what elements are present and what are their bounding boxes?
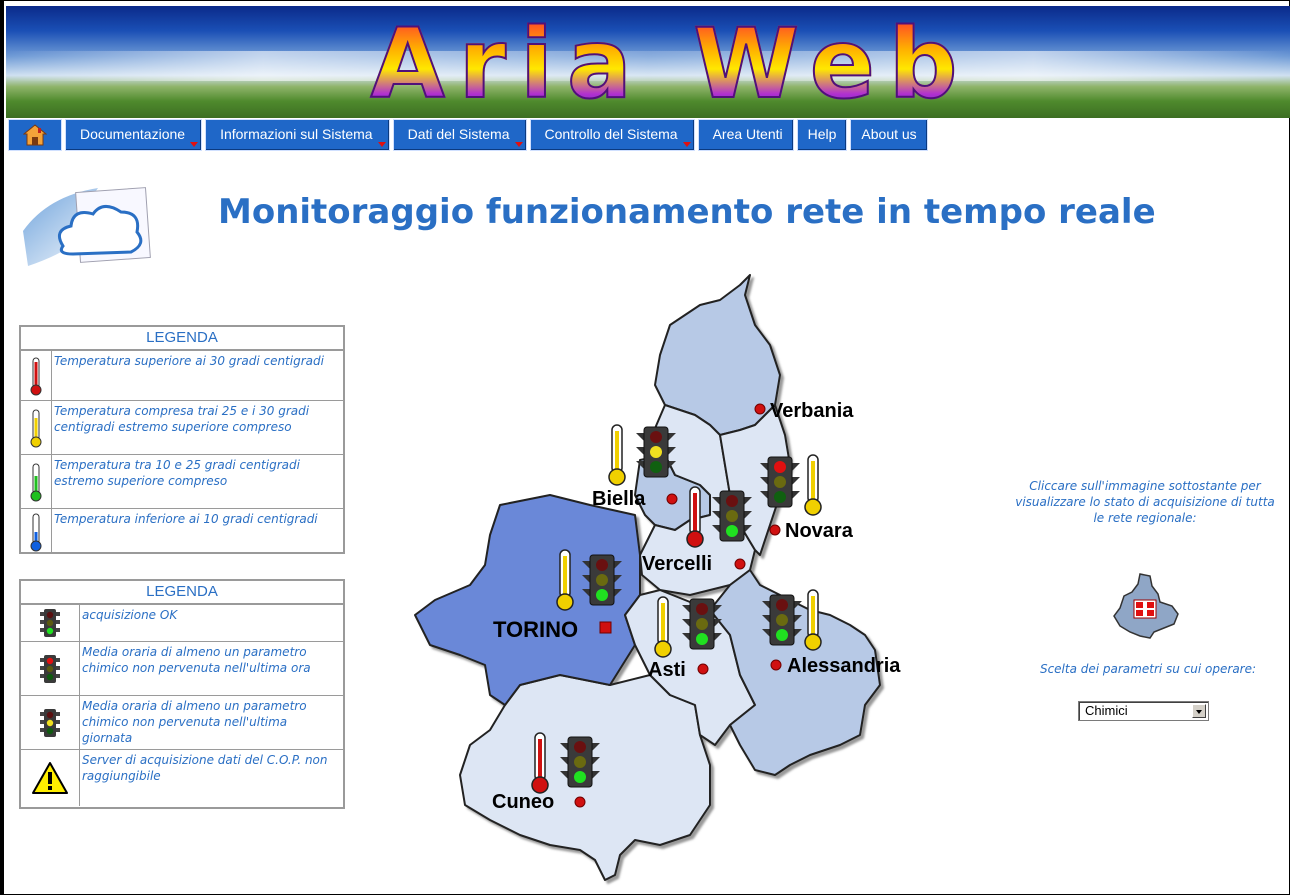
piemonte-map[interactable]: Verbania Biella Novara Vercelli TORINO A… bbox=[410, 265, 950, 895]
city-marker-cuneo[interactable] bbox=[574, 796, 586, 808]
menu-label: Informazioni sul Sistema bbox=[220, 126, 373, 142]
legend-row: Temperatura compresa trai 25 e i 30 grad… bbox=[21, 400, 343, 454]
city-marker-novara[interactable] bbox=[769, 524, 781, 536]
home-icon bbox=[23, 124, 47, 146]
legend-row: Media oraria di almeno un parametro chim… bbox=[21, 695, 343, 749]
label-biella[interactable]: Biella bbox=[592, 488, 646, 510]
legend-text: Temperatura tra 10 e 25 gradi centigradi… bbox=[54, 458, 300, 488]
legend-row: Server di acquisizione dati del C.O.P. n… bbox=[21, 749, 343, 806]
dropdown-arrow-icon[interactable] bbox=[1192, 704, 1206, 718]
parameter-choice-label: Scelta dei parametri su cui operare: bbox=[1039, 662, 1257, 676]
submenu-arrow-icon bbox=[190, 142, 199, 147]
menu-label: Help bbox=[807, 126, 837, 142]
city-marker-torino[interactable] bbox=[599, 621, 612, 634]
site-banner: Aria Web bbox=[6, 6, 1290, 118]
regional-network-note: Cliccare sull'immagine sottostante per v… bbox=[1015, 479, 1275, 525]
thermometer-yellow-icon bbox=[21, 401, 52, 454]
menu-dati-sistema[interactable]: Dati del Sistema bbox=[392, 119, 527, 151]
city-marker-biella[interactable] bbox=[666, 493, 678, 505]
legend-row: Temperatura tra 10 e 25 gradi centigradi… bbox=[21, 454, 343, 508]
label-alessandria[interactable]: Alessandria bbox=[787, 655, 901, 677]
parameter-select[interactable]: Chimici bbox=[1078, 701, 1209, 721]
thermometer-yellow-icon bbox=[556, 549, 574, 611]
main-menu: Documentazione Informazioni sul Sistema … bbox=[8, 119, 931, 151]
thermometer-red-icon bbox=[686, 486, 704, 548]
cloud-logo-icon bbox=[23, 187, 151, 266]
site-logo-title: Aria Web bbox=[351, 13, 991, 115]
menu-controllo-sistema[interactable]: Controllo del Sistema bbox=[529, 119, 695, 151]
thermometer-red-icon bbox=[21, 351, 52, 400]
legend-title: LEGENDA bbox=[21, 581, 343, 604]
legend-text: acquisizione OK bbox=[82, 608, 178, 622]
legend-text: Server di acquisizione dati del C.O.P. n… bbox=[82, 753, 328, 783]
submenu-arrow-icon bbox=[682, 142, 691, 147]
submenu-arrow-icon bbox=[514, 142, 523, 147]
menu-label: Area Utenti bbox=[712, 126, 783, 142]
legend-text: Temperatura superiore ai 30 gradi centig… bbox=[54, 354, 324, 368]
legend-text: Temperatura inferiore ai 10 gradi centig… bbox=[54, 512, 318, 526]
menu-help[interactable]: Help bbox=[796, 119, 848, 151]
thermometer-yellow-icon bbox=[654, 596, 672, 658]
thermometer-green-icon bbox=[21, 455, 52, 508]
legend-row: Media oraria di almeno un parametro chim… bbox=[21, 641, 343, 695]
submenu-arrow-icon bbox=[377, 142, 386, 147]
city-marker-asti[interactable] bbox=[697, 663, 709, 675]
menu-area-utenti[interactable]: Area Utenti bbox=[697, 119, 794, 151]
regional-network-map-icon[interactable] bbox=[1110, 572, 1182, 640]
thermometer-yellow-icon bbox=[804, 454, 822, 516]
legend-acquisition: LEGENDA acquisizione OK Media oraria di … bbox=[19, 579, 345, 809]
page-title: Monitoraggio funzionamento rete in tempo… bbox=[218, 192, 1156, 232]
label-novara[interactable]: Novara bbox=[785, 520, 854, 542]
legend-row: Temperatura superiore ai 30 gradi centig… bbox=[21, 350, 343, 400]
menu-label: Controllo del Sistema bbox=[544, 126, 678, 142]
traffic-light-green-icon bbox=[21, 605, 80, 641]
label-torino[interactable]: TORINO bbox=[493, 617, 578, 642]
label-verbania[interactable]: Verbania bbox=[770, 400, 854, 422]
menu-informazioni-sistema[interactable]: Informazioni sul Sistema bbox=[205, 119, 390, 151]
legend-title: LEGENDA bbox=[21, 327, 343, 350]
city-marker-vercelli[interactable] bbox=[734, 558, 746, 570]
legend-row: Temperatura inferiore ai 10 gradi centig… bbox=[21, 508, 343, 554]
window-edge bbox=[0, 0, 4, 895]
menu-about-us[interactable]: About us bbox=[850, 119, 928, 151]
label-asti[interactable]: Asti bbox=[648, 659, 686, 681]
menu-documentazione[interactable]: Documentazione bbox=[65, 119, 203, 151]
parameter-select-value: Chimici bbox=[1085, 703, 1128, 718]
legend-temperature: LEGENDA Temperatura superiore ai 30 grad… bbox=[19, 325, 345, 554]
legend-text: Temperatura compresa trai 25 e i 30 grad… bbox=[54, 404, 310, 434]
menu-label: About us bbox=[861, 126, 917, 142]
legend-row: acquisizione OK bbox=[21, 604, 343, 641]
traffic-light-yellow-icon bbox=[21, 696, 80, 749]
thermometer-yellow-icon bbox=[608, 424, 626, 486]
thermometer-red-icon bbox=[531, 732, 549, 794]
home-button[interactable] bbox=[8, 119, 62, 151]
label-cuneo[interactable]: Cuneo bbox=[492, 791, 554, 813]
traffic-light-red-icon bbox=[21, 642, 80, 695]
menu-label: Dati del Sistema bbox=[407, 126, 510, 142]
warning-icon bbox=[21, 750, 80, 806]
menu-label: Documentazione bbox=[80, 126, 186, 142]
city-marker-alessandria[interactable] bbox=[770, 659, 782, 671]
label-vercelli[interactable]: Vercelli bbox=[642, 553, 712, 575]
city-marker-verbania[interactable] bbox=[754, 403, 766, 415]
thermometer-blue-icon bbox=[21, 509, 52, 554]
legend-text: Media oraria di almeno un parametro chim… bbox=[82, 645, 311, 675]
legend-text: Media oraria di almeno un parametro chim… bbox=[82, 699, 307, 745]
thermometer-yellow-icon bbox=[804, 589, 822, 651]
